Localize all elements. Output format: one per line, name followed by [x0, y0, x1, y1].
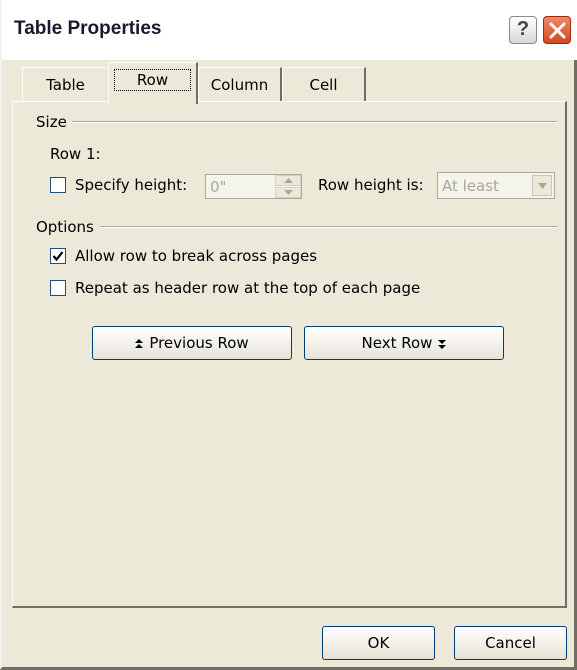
tab-cell[interactable]: Cell: [282, 67, 366, 101]
tab-cell-label: Cell: [309, 76, 338, 94]
help-button[interactable]: ?: [509, 16, 537, 44]
specify-height-label: Specify height:: [75, 176, 188, 194]
tab-table[interactable]: Table: [22, 67, 110, 101]
repeat-header-label: Repeat as header row at the top of each …: [75, 279, 421, 297]
cancel-label: Cancel: [485, 634, 536, 652]
close-icon: [549, 22, 566, 39]
down-arrow-icon: [284, 190, 293, 195]
ok-button[interactable]: OK: [322, 626, 435, 660]
size-group-heading: Size: [36, 113, 67, 131]
close-button[interactable]: [543, 16, 571, 44]
down-arrow-icon: [438, 339, 447, 349]
previous-row-label: Previous Row: [149, 334, 249, 352]
window-title: Table Properties: [14, 18, 162, 39]
spin-down-button[interactable]: [275, 187, 301, 198]
tab-row[interactable]: Row: [108, 62, 198, 104]
dropdown-button[interactable]: [532, 175, 552, 196]
allow-break-label: Allow row to break across pages: [75, 247, 318, 265]
size-divider: [72, 121, 557, 123]
title-bar[interactable]: Table Properties ?: [2, 0, 577, 60]
spin-up-button[interactable]: [275, 175, 301, 186]
specify-height-checkbox[interactable]: [50, 177, 66, 193]
checkmark-icon: [52, 251, 64, 262]
cancel-button[interactable]: Cancel: [454, 626, 567, 660]
up-arrow-icon: [135, 338, 144, 348]
tab-table-label: Table: [46, 76, 85, 94]
row-height-is-value: At least: [442, 177, 499, 195]
tab-row-label: Row: [136, 71, 169, 89]
options-group-heading: Options: [36, 218, 94, 236]
options-divider: [100, 226, 557, 228]
height-spinner[interactable]: [275, 175, 301, 198]
help-icon: ?: [516, 18, 530, 40]
ok-label: OK: [367, 634, 390, 652]
allow-break-checkbox[interactable]: [50, 248, 66, 264]
height-value: 0": [210, 178, 227, 196]
previous-row-button[interactable]: Previous Row: [92, 326, 292, 360]
tab-column-label: Column: [210, 76, 269, 94]
repeat-header-checkbox[interactable]: [50, 280, 66, 296]
row-height-is-select[interactable]: At least: [437, 172, 555, 199]
next-row-button[interactable]: Next Row: [304, 326, 504, 360]
table-properties-dialog: Table Properties ? Table Row Column Cell…: [0, 0, 577, 670]
up-arrow-icon: [284, 178, 293, 183]
row-height-is-label: Row height is:: [318, 176, 424, 194]
tab-column[interactable]: Column: [198, 67, 282, 101]
next-row-label: Next Row: [361, 334, 433, 352]
row-number-label: Row 1:: [50, 145, 101, 163]
chevron-down-icon: [538, 183, 547, 189]
